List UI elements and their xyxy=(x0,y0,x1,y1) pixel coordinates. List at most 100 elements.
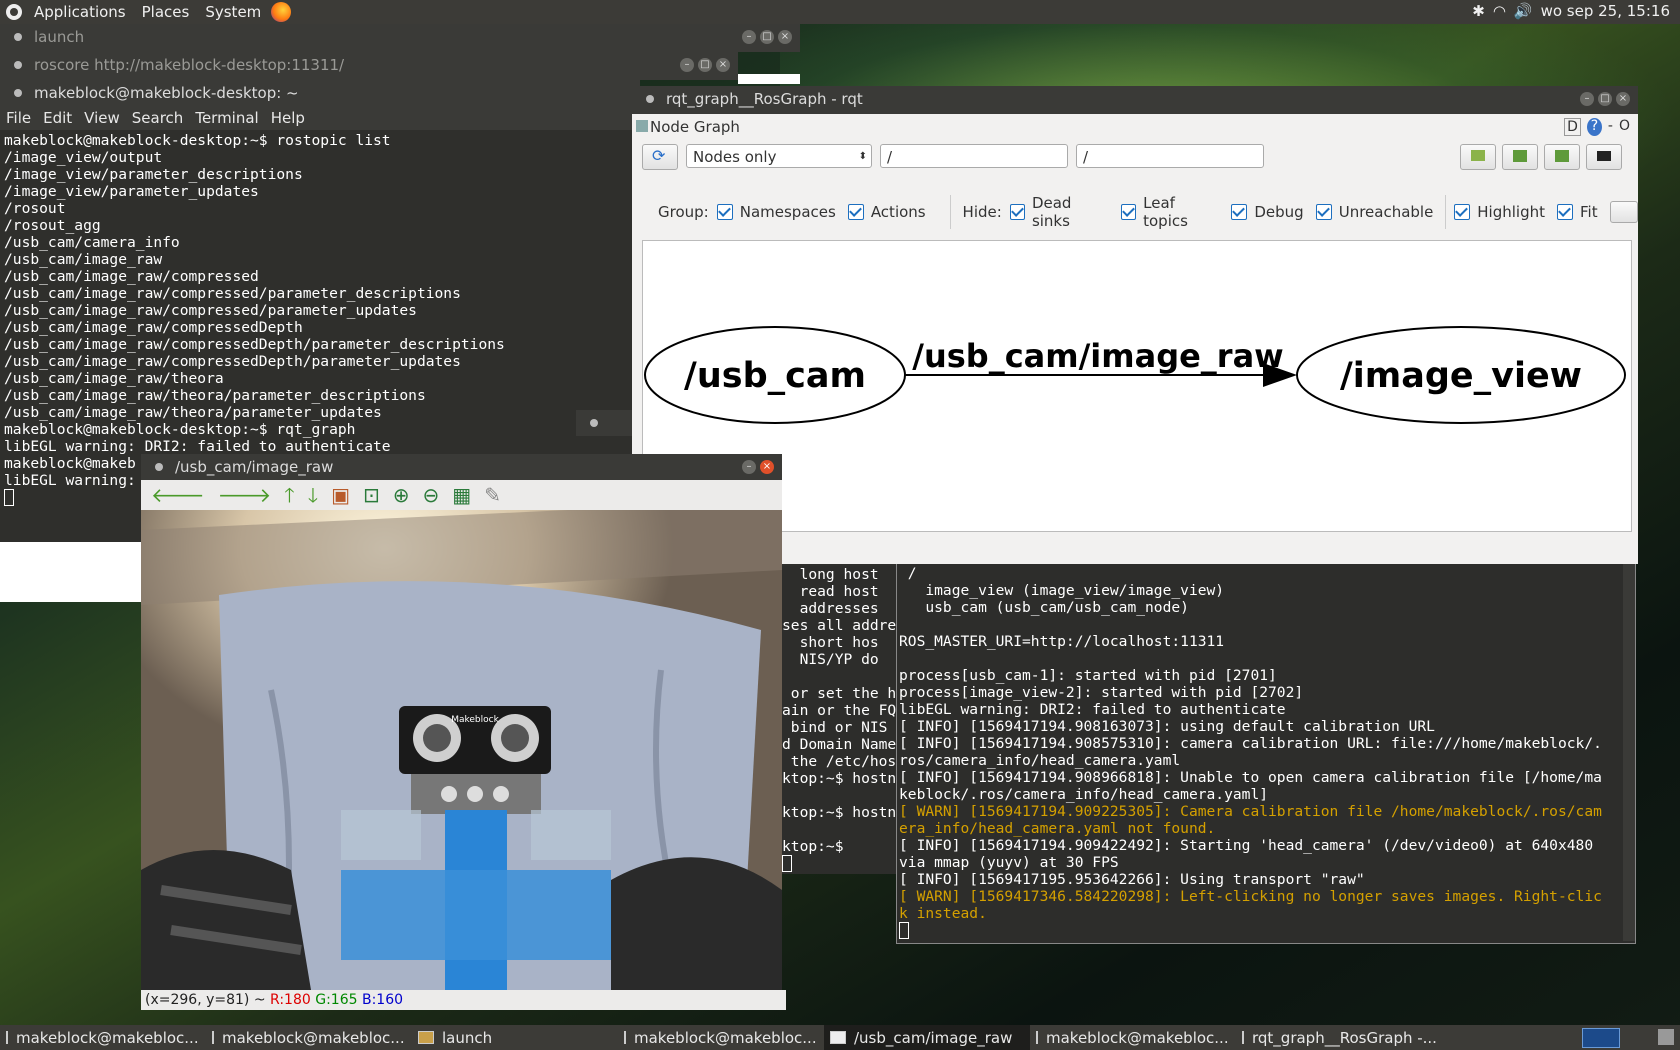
dead-sinks-checkbox[interactable]: Dead sinks xyxy=(1009,194,1109,230)
taskbar-item-terminal-4[interactable]: makeblock@makebloc... xyxy=(1030,1025,1236,1050)
save-svg-button[interactable] xyxy=(1544,144,1580,170)
middle-terminal-output[interactable]: long host read host addresses ses all add… xyxy=(782,566,896,874)
volume-icon[interactable]: 🔊 xyxy=(1514,2,1533,20)
arrow-up-icon[interactable]: 🡑 xyxy=(284,485,294,505)
taskbar-item-terminal-1[interactable]: makeblock@makebloc... xyxy=(0,1025,206,1050)
terminal-line: bind or NIS xyxy=(782,719,888,736)
window-menu-icon[interactable] xyxy=(14,33,22,41)
terminal-scrollbar[interactable] xyxy=(1623,561,1635,941)
maximize-icon[interactable]: □ xyxy=(760,30,774,44)
node-image-view-label: /image_view xyxy=(1340,356,1582,396)
minimize-icon[interactable]: – xyxy=(742,460,756,474)
roscore-titlebar[interactable]: roscore http://makeblock-desktop:11311/ … xyxy=(0,52,738,78)
minimize-icon[interactable]: – xyxy=(680,58,694,72)
taskbar-item-image-view[interactable]: /usb_cam/image_raw xyxy=(824,1025,1030,1050)
image-view-titlebar[interactable]: /usb_cam/image_raw – × xyxy=(141,454,782,480)
wifi-icon[interactable]: ◠ xyxy=(1493,2,1506,20)
terminal-line: NIS/YP do xyxy=(782,651,879,668)
maximize-icon[interactable]: □ xyxy=(698,58,712,72)
taskbar-item-terminal-3[interactable]: makeblock@makebloc... xyxy=(618,1025,824,1050)
taskbar-item-terminal-2[interactable]: makeblock@makebloc... xyxy=(206,1025,412,1050)
home-image-icon[interactable]: ▣ xyxy=(331,485,350,505)
zoom-fit-icon[interactable]: ⊡ xyxy=(363,485,380,505)
menu-help[interactable]: Help xyxy=(271,109,305,127)
brush-icon[interactable]: ✎ xyxy=(484,485,501,505)
terminal-titlebar[interactable]: makeblock@makeblock-desktop: ~ xyxy=(0,80,640,106)
debug-checkbox[interactable]: Debug xyxy=(1231,203,1304,221)
menu-view[interactable]: View xyxy=(84,109,120,127)
terminal-line: /usb_cam/image_raw/theora xyxy=(4,370,224,387)
terminal-line: ain or the FQ xyxy=(782,702,896,719)
fit-checkbox[interactable]: Fit xyxy=(1557,203,1598,221)
zoom-in-icon[interactable]: ⊕ xyxy=(393,485,410,505)
menu-file[interactable]: File xyxy=(6,109,31,127)
separator xyxy=(949,195,951,229)
bottom-taskbar: makeblock@makebloc... makeblock@makebloc… xyxy=(0,1025,1680,1050)
terminal-cursor xyxy=(782,855,792,872)
close-icon[interactable]: × xyxy=(778,30,792,44)
terminal-line: keblock/.ros/camera_info/head_camera.yam… xyxy=(899,786,1269,803)
close-icon[interactable]: × xyxy=(716,58,730,72)
rqt-icon xyxy=(1242,1031,1244,1044)
plugin-d-button[interactable]: D xyxy=(1564,118,1581,136)
clock[interactable]: wo sep 25, 15:16 xyxy=(1541,2,1670,20)
system-menu[interactable]: System xyxy=(197,3,269,21)
window-menu-icon[interactable] xyxy=(590,419,598,427)
terminal-line: ktop:~$ hostn xyxy=(782,770,896,787)
arrow-down-icon[interactable]: 🡓 xyxy=(308,485,318,505)
arrow-right-icon[interactable]: 🡒 xyxy=(218,485,272,505)
highlight-checkbox[interactable]: Highlight xyxy=(1454,203,1545,221)
topic-filter-input[interactable]: / xyxy=(1076,144,1264,168)
window-menu-icon[interactable] xyxy=(155,463,163,471)
close-icon[interactable]: × xyxy=(1616,92,1630,106)
display-mode-combo[interactable]: Nodes only ⬍ xyxy=(686,144,872,168)
ubuntu-logo-icon[interactable] xyxy=(6,4,22,20)
minimize-icon[interactable]: – xyxy=(1580,92,1594,106)
window-menu-icon[interactable] xyxy=(646,95,654,103)
workspace-switcher[interactable] xyxy=(1582,1027,1620,1048)
save-image-button[interactable] xyxy=(1586,144,1622,170)
save-dot-button[interactable] xyxy=(1502,144,1538,170)
maximize-icon[interactable]: □ xyxy=(1598,92,1612,106)
fit-view-button[interactable] xyxy=(1609,201,1638,223)
launch-terminal-output[interactable]: / image_view (image_view/image_view) usb… xyxy=(899,565,1619,939)
dead-sinks-label: Dead sinks xyxy=(1031,194,1072,230)
menu-terminal[interactable]: Terminal xyxy=(195,109,258,127)
load-dot-button[interactable] xyxy=(1460,144,1496,170)
plugin-icon xyxy=(636,120,648,132)
trash-icon[interactable] xyxy=(1658,1029,1674,1045)
places-menu[interactable]: Places xyxy=(134,3,198,21)
actions-checkbox[interactable]: Actions xyxy=(847,203,926,221)
arrow-left-icon[interactable]: 🡐 xyxy=(151,485,205,505)
window-menu-icon[interactable] xyxy=(14,89,22,97)
terminal-line: /usb_cam/image_raw/theora/parameter_desc… xyxy=(4,387,426,404)
applications-menu[interactable]: Applications xyxy=(26,3,134,21)
rqt-titlebar[interactable]: rqt_graph__RosGraph - rqt – □ × xyxy=(632,86,1638,112)
namespace-filter-input[interactable]: / xyxy=(880,144,1068,168)
terminal-line: via mmap (yuyv) at 30 FPS xyxy=(899,854,1119,871)
graph-canvas[interactable]: /usb_cam /image_view /usb_cam/image_raw xyxy=(642,240,1632,532)
taskbar-item-rqt[interactable]: rqt_graph__RosGraph -... xyxy=(1236,1025,1442,1050)
window-menu-icon[interactable] xyxy=(14,61,22,69)
refresh-button[interactable]: ⟳ xyxy=(642,144,678,170)
leaf-topics-checkbox[interactable]: Leaf topics xyxy=(1121,194,1219,230)
bluetooth-icon[interactable]: ✱ xyxy=(1472,2,1485,20)
save-icon[interactable]: ▦ xyxy=(452,485,471,505)
unreachable-checkbox[interactable]: Unreachable xyxy=(1315,203,1433,221)
plugin-minimize-button[interactable]: - xyxy=(1608,118,1613,136)
minimize-icon[interactable]: – xyxy=(742,30,756,44)
actions-label: Actions xyxy=(870,203,926,221)
menu-edit[interactable]: Edit xyxy=(43,109,72,127)
plugin-close-button[interactable]: O xyxy=(1619,118,1630,136)
camera-image[interactable]: Makeblock xyxy=(141,510,782,990)
camera-photo-svg: Makeblock xyxy=(141,510,782,990)
namespaces-checkbox[interactable]: Namespaces xyxy=(716,203,836,221)
taskbar-item-launch[interactable]: launch xyxy=(412,1025,618,1050)
menu-search[interactable]: Search xyxy=(132,109,184,127)
zoom-out-icon[interactable]: ⊖ xyxy=(423,485,440,505)
help-icon[interactable]: ? xyxy=(1586,118,1602,136)
terminal-line: process[image_view-2]: started with pid … xyxy=(899,684,1304,701)
close-icon[interactable]: × xyxy=(760,460,774,474)
firefox-icon[interactable] xyxy=(271,2,292,22)
launch-titlebar[interactable]: launch – □ × xyxy=(0,24,800,50)
